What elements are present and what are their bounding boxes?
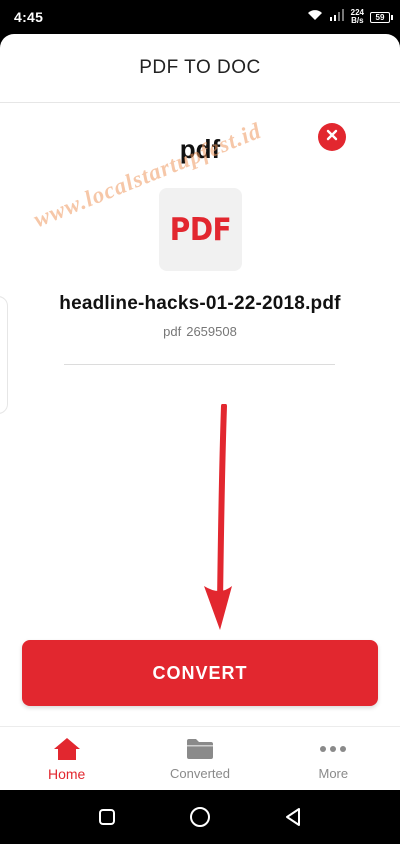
- nav-label-more: More: [318, 766, 349, 781]
- system-nav-bar: [0, 790, 400, 844]
- nav-label-converted: Converted: [170, 766, 230, 781]
- nav-item-home[interactable]: Home: [0, 727, 133, 790]
- file-meta: pdf 2659508: [0, 324, 400, 339]
- folder-icon: [185, 736, 215, 762]
- page-title: PDF TO DOC: [139, 57, 261, 78]
- phone-screen: 4:45 224 B/s 59 PDF TO DOC pdf PDF headl…: [0, 0, 400, 844]
- nav-item-converted[interactable]: Converted: [133, 727, 266, 790]
- app-sheet: PDF TO DOC pdf PDF headline-hacks-01-22-…: [0, 34, 400, 790]
- wifi-icon: [307, 8, 323, 26]
- bottom-nav: Home Converted More: [0, 726, 400, 790]
- convert-button[interactable]: CONVERT: [22, 640, 378, 706]
- status-time: 4:45: [14, 9, 44, 25]
- pdf-file-icon: PDF: [159, 188, 242, 271]
- signal-icon: [329, 8, 345, 26]
- remove-file-button[interactable]: [318, 123, 346, 151]
- battery-icon: 59: [370, 11, 393, 23]
- home-system-button[interactable]: [185, 802, 215, 832]
- home-circle-icon: [189, 807, 210, 827]
- more-icon: [318, 736, 348, 762]
- close-icon: [326, 128, 338, 146]
- annotation-arrow-icon: [204, 404, 232, 630]
- nav-label-home: Home: [47, 765, 86, 782]
- pdf-thumbnail-label: PDF: [169, 211, 232, 248]
- file-meta-type: pdf: [163, 324, 182, 339]
- file-name: headline-hacks-01-22-2018.pdf: [59, 293, 341, 314]
- nav-item-more[interactable]: More: [267, 727, 400, 790]
- app-header: PDF TO DOC: [0, 34, 400, 103]
- back-icon: [286, 808, 301, 826]
- recents-button[interactable]: [92, 802, 122, 832]
- home-icon: [52, 736, 82, 762]
- network-speed: 224 B/s: [351, 9, 364, 25]
- battery-level: 59: [375, 12, 385, 22]
- status-bar: 4:45 224 B/s 59: [0, 0, 400, 34]
- recents-icon: [98, 809, 115, 825]
- file-meta-size: 2659508: [186, 324, 237, 339]
- back-button[interactable]: [278, 802, 308, 832]
- network-speed-unit: B/s: [351, 16, 364, 25]
- divider: [64, 364, 335, 365]
- status-icons: 224 B/s 59: [307, 8, 393, 26]
